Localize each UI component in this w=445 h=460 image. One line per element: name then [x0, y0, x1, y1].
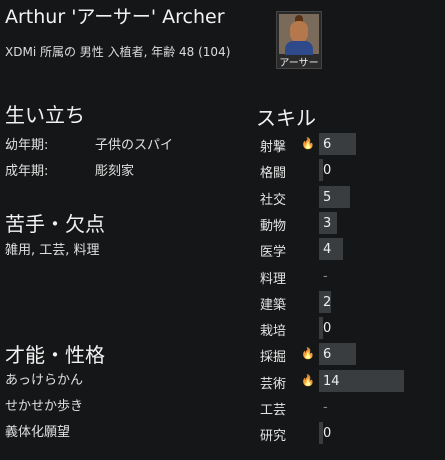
skill-level-bar: 0 — [319, 317, 441, 340]
skill-row[interactable]: 建築 2 — [256, 290, 445, 316]
skill-level-value: 2 — [323, 294, 332, 310]
skill-level-bar: 6 — [319, 343, 441, 366]
skill-name: 芸術 — [260, 376, 287, 392]
trait-item[interactable]: あっけらかん — [5, 369, 83, 388]
skill-row[interactable]: 料理 - — [256, 264, 445, 290]
skill-row[interactable]: 社交 5 — [256, 185, 445, 211]
skill-level-value: 0 — [323, 321, 332, 337]
pawn-name: Arthur 'アーサー' Archer — [5, 6, 225, 28]
passion-flame-icon: 🔥 — [301, 373, 315, 387]
skill-name: 工芸 — [260, 403, 287, 418]
skill-level-bar: 2 — [319, 290, 441, 313]
skill-level-value: 4 — [323, 242, 332, 258]
skill-name: 料理 — [260, 271, 287, 287]
skill-row[interactable]: 研究 0 — [256, 421, 445, 447]
skill-level-bar: 14 — [319, 369, 441, 392]
skill-level-value: 5 — [323, 189, 332, 205]
adulthood-value[interactable]: 彫刻家 — [95, 160, 134, 179]
skill-level-value: 6 — [323, 347, 332, 363]
portrait-label: アーサー — [279, 58, 319, 69]
skill-level-value: - — [323, 400, 328, 415]
skill-level-bar: 0 — [319, 422, 441, 445]
skill-name: 医学 — [260, 245, 287, 261]
traits-title: 才能・性格 — [5, 343, 105, 367]
trait-item[interactable]: 義体化願望 — [5, 421, 70, 440]
skill-level-value: 0 — [323, 426, 332, 442]
skill-level-value: 3 — [323, 215, 332, 231]
incapable-title: 苦手・欠点 — [5, 212, 105, 236]
skill-level-bar: - — [319, 396, 441, 418]
incapable-list: 雑用, 工芸, 料理 — [5, 243, 100, 258]
skill-row[interactable]: 格闘 0 — [256, 158, 445, 184]
adulthood-label: 成年期: — [5, 164, 49, 179]
skill-name: 栽培 — [260, 324, 287, 340]
passion-flame-icon: 🔥 — [301, 137, 315, 150]
skill-row[interactable]: 栽培 0 — [256, 316, 445, 342]
childhood-value[interactable]: 子供のスパイ — [95, 134, 173, 153]
skill-row[interactable]: 医学 4 — [256, 237, 445, 263]
skill-level-bar: 3 — [319, 211, 441, 234]
skill-name: 研究 — [260, 429, 287, 445]
childhood-label: 幼年期: — [5, 138, 49, 153]
skill-level-bar: 4 — [319, 238, 441, 261]
skill-name: 動物 — [260, 218, 287, 234]
skill-level-bar: - — [319, 265, 441, 287]
skill-level-bar: 0 — [319, 159, 441, 182]
skill-level-value: - — [323, 268, 328, 284]
passion-flame-icon: 🔥 — [301, 347, 315, 361]
skill-row[interactable]: 工芸 - — [256, 395, 445, 421]
skill-level-value: 6 — [323, 137, 332, 152]
skill-name: 採掘 — [260, 350, 287, 366]
skill-name: 社交 — [260, 192, 287, 208]
pawn-description: XDMi 所属の 男性 入植者, 年齢 48 (104) — [5, 45, 231, 59]
skill-row[interactable]: 芸術 🔥 14 — [256, 369, 445, 395]
pawn-portrait[interactable]: アーサー — [276, 11, 322, 69]
skill-level-bar: 5 — [319, 185, 441, 208]
skill-name: 建築 — [260, 297, 287, 313]
skill-level-value: 14 — [323, 373, 340, 389]
backstory-title: 生い立ち — [5, 103, 85, 127]
skill-name: 格闘 — [260, 166, 287, 182]
skill-name: 射撃 — [260, 140, 287, 155]
trait-item[interactable]: せかせか歩き — [5, 395, 83, 414]
skill-level-bar: 6 — [319, 133, 441, 155]
skill-row[interactable]: 射撃 🔥 6 — [256, 132, 445, 158]
skill-level-value: 0 — [323, 163, 332, 179]
skills-title: スキル — [256, 106, 316, 130]
skill-row[interactable]: 採掘 🔥 6 — [256, 342, 445, 368]
skill-row[interactable]: 動物 3 — [256, 211, 445, 237]
